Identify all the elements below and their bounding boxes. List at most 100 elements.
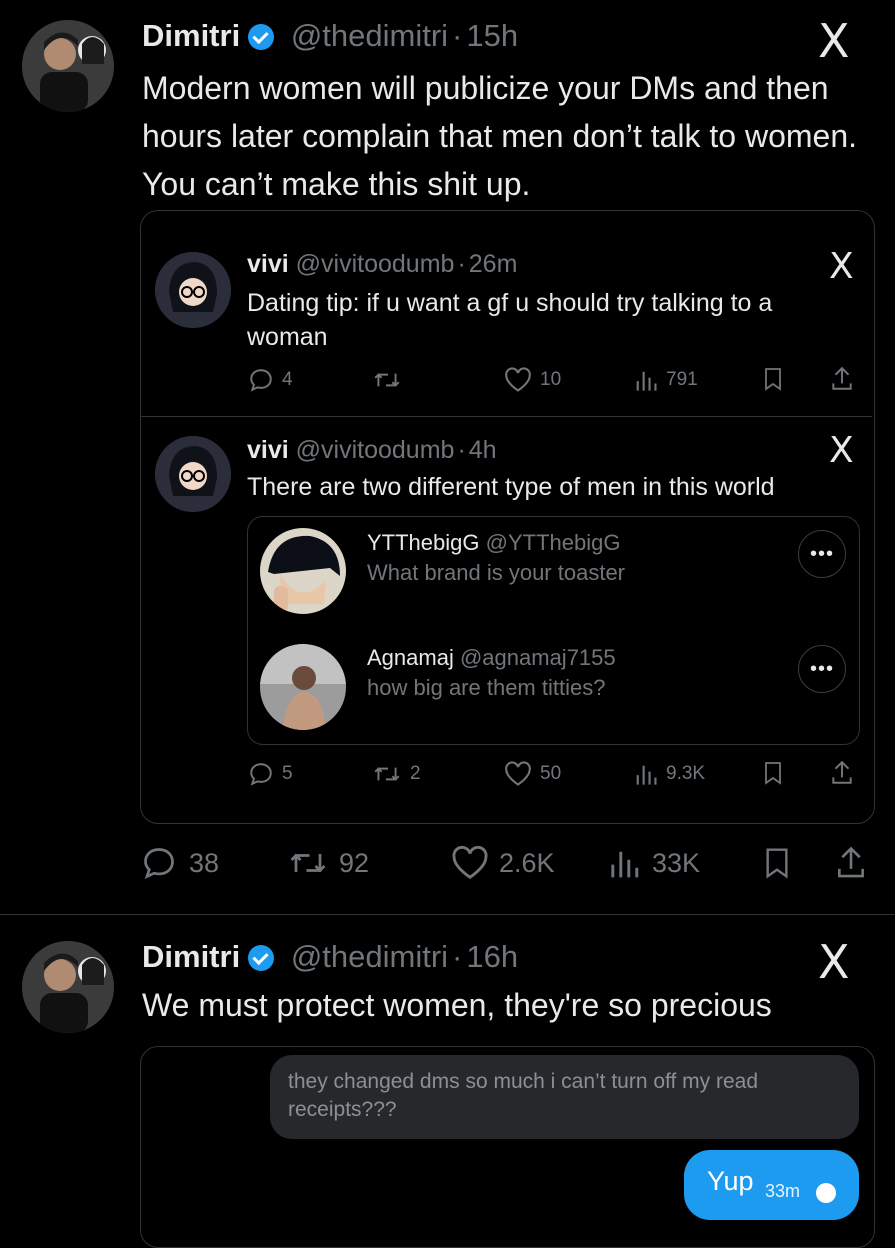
author-name[interactable]: Dimitri [142,939,240,974]
message-author-name[interactable]: YTThebigG [367,530,480,555]
author-handle[interactable]: @thedimitri [291,18,448,53]
share-icon [838,846,864,878]
retweet-count: 2 [410,763,421,784]
reply-button[interactable]: 5 [248,761,293,787]
retweet-button[interactable]: 92 [287,845,369,881]
author-handle[interactable]: @vivitoodumb [296,436,455,464]
quote-text: Dating tip: if u want a gf u should try … [247,289,773,351]
timestamp[interactable]: 4h [469,436,497,464]
bookmark-button[interactable] [762,367,784,391]
view-count: 9.3K [666,763,706,784]
bookmark-button[interactable] [762,761,784,785]
share-button[interactable] [835,845,867,881]
avatar[interactable] [22,20,114,112]
timestamp[interactable]: 16h [466,939,518,974]
views-icon [636,765,657,785]
like-button[interactable]: 10 [504,367,561,393]
tweet-header: Dimitri @thedimitri · 15h [142,18,518,54]
view-count: 791 [666,369,698,390]
more-options-button[interactable]: ••• [798,530,846,578]
timestamp[interactable]: 26m [469,250,518,278]
retweet-icon [374,373,400,387]
retweet-button[interactable] [372,367,410,393]
x-logo-icon[interactable]: X [829,246,854,287]
author-name[interactable]: vivi [247,250,289,278]
bookmark-button[interactable] [763,847,791,879]
heart-icon [505,761,531,786]
share-icon [832,760,852,784]
reply-icon [250,763,272,786]
x-logo-icon[interactable]: X [829,430,854,471]
reply-button[interactable]: 4 [248,367,293,393]
separator-dot: · [452,18,463,53]
bookmark-icon [766,848,788,879]
verified-badge-icon [248,24,275,50]
avatar[interactable] [22,941,114,1033]
message-header: Agnamaj @agnamaj7155 [367,645,616,671]
heart-icon [452,845,488,879]
x-logo-icon[interactable]: X [818,935,850,989]
more-options-button[interactable]: ••• [798,645,846,693]
views-button[interactable]: 33K [608,845,700,881]
retweet-count: 92 [339,847,370,878]
quote-header: vivi @vivitoodumb · 4h [247,436,497,465]
verified-badge-icon [248,945,275,971]
like-button[interactable]: 50 [504,761,561,787]
retweet-icon [290,853,326,873]
message-header: YTThebigG @YTThebigG [367,530,620,556]
tweet-divider [0,914,895,915]
views-icon [636,371,657,391]
timestamp[interactable]: 15h [466,18,518,53]
bookmark-icon [765,762,781,785]
author-handle[interactable]: @thedimitri [291,939,448,974]
share-button[interactable] [830,760,854,786]
dm-sent-text: Yup [707,1166,754,1196]
like-count: 50 [540,763,562,784]
reply-count: 5 [282,763,293,784]
tweet-text: Modern women will publicize your DMs and… [142,70,858,202]
author-name[interactable]: Dimitri [142,18,240,53]
reply-count: 38 [189,847,220,878]
divider [141,416,872,417]
separator-dot: · [457,436,466,464]
share-icon [832,366,852,390]
read-check-icon [816,1183,836,1203]
author-name[interactable]: vivi [247,436,289,464]
share-button[interactable] [830,366,854,392]
dm-received-text: they changed dms so much i can’t turn of… [288,1070,759,1121]
avatar[interactable] [260,644,346,730]
quote-text: There are two different type of men in t… [247,473,775,501]
message-author-handle[interactable]: @agnamaj7155 [460,645,616,670]
retweet-button[interactable]: 2 [372,761,421,787]
like-count: 2.6K [499,847,555,878]
quote-actions: 5 2 50 9.3K [248,760,858,788]
message-text: What brand is your toaster [367,560,626,585]
x-logo-icon[interactable]: X [818,14,850,68]
quote-actions: 4 10 791 [248,366,858,394]
reply-icon [250,369,272,392]
reply-icon [144,848,174,880]
dm-sent-time: 33m [765,1181,801,1201]
bookmark-icon [765,368,781,391]
quote-header: vivi @vivitoodumb · 26m [247,250,517,279]
message-text: how big are them titties? [367,675,606,700]
view-count: 33K [652,847,701,878]
views-button[interactable]: 9.3K [634,761,705,787]
separator-dot: · [457,250,466,278]
author-handle[interactable]: @vivitoodumb [296,250,455,278]
tweet-text: We must protect women, they're so precio… [142,987,772,1023]
reply-count: 4 [282,369,293,390]
heart-icon [505,367,531,392]
message-author-handle[interactable]: @YTThebigG [486,530,621,555]
like-button[interactable]: 2.6K [451,845,555,881]
avatar[interactable] [155,436,231,512]
views-icon [611,851,639,878]
views-button[interactable]: 791 [634,367,698,393]
avatar[interactable] [260,528,346,614]
tweet-actions: 38 92 2.6K 33K [141,845,871,881]
avatar[interactable] [155,252,231,328]
retweet-icon [374,767,400,781]
tweet-header: Dimitri @thedimitri · 16h [142,939,518,975]
reply-button[interactable]: 38 [141,845,219,881]
message-author-name[interactable]: Agnamaj [367,645,454,670]
